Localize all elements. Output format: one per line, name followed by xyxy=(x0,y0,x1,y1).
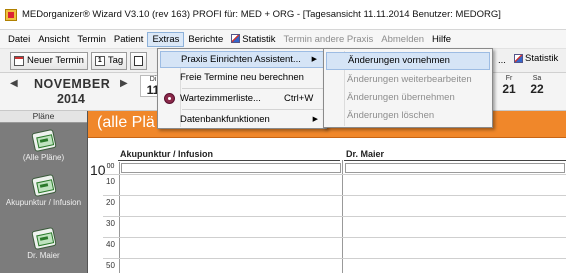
title-bar: MEDorganizer® Wizard V3.10 (rev 163) PRO… xyxy=(0,0,566,30)
plan-icon xyxy=(30,173,57,198)
day-number-icon: 1 xyxy=(94,55,105,66)
menu-datei[interactable]: Datei xyxy=(4,32,34,47)
menu-statistik[interactable]: Statistik xyxy=(227,32,279,47)
day-view-button[interactable]: 1 Tag xyxy=(90,51,128,70)
statistik-toolbar-icon xyxy=(514,54,523,63)
schedule-grid: Akupunktur / Infusion Dr. Maier 1000 10 … xyxy=(88,138,566,273)
slot-label: 20 xyxy=(106,198,115,207)
menu-item-freie-termine[interactable]: Freie Termine neu berechnen xyxy=(160,69,324,86)
plan-icon xyxy=(30,128,57,153)
statistik-toolbar-button[interactable]: Statistik xyxy=(514,53,558,64)
extras-menu: Praxis Einrichten Assistent... ▶ Freie T… xyxy=(157,48,327,129)
statistik-icon xyxy=(231,33,241,43)
plan-header-title: (alle Plä xyxy=(97,114,155,131)
menu-berichte[interactable]: Berichte xyxy=(184,32,227,47)
menu-item-label: Datenbankfunktionen xyxy=(180,114,270,125)
sidebar-item-akupunktur[interactable]: Akupunktur / Infusion xyxy=(0,173,87,207)
month-label: NOVEMBER xyxy=(34,77,111,91)
week-view-button[interactable] xyxy=(130,51,148,70)
sidebar-item-all-plans[interactable]: (Alle Pläne) xyxy=(0,128,87,162)
menu-separator xyxy=(182,109,324,110)
sidebar-item-label: Dr. Maier xyxy=(27,251,60,260)
submenu-item-aenderungen-vornehmen[interactable]: Änderungen vornehmen xyxy=(326,52,490,70)
grid-row-line xyxy=(103,216,566,217)
grid-row-line xyxy=(103,174,566,175)
sidebar-item-dr-maier[interactable]: Dr. Maier xyxy=(0,226,87,260)
new-appointment-label: Neuer Termin xyxy=(27,55,84,66)
slot-label: 30 xyxy=(106,219,115,228)
praxis-einrichten-submenu: Änderungen vornehmen Änderungen weiterbe… xyxy=(323,48,493,128)
day-number: 21 xyxy=(502,82,516,96)
grid-row-line xyxy=(103,195,566,196)
slot-label: 50 xyxy=(106,261,115,270)
toolbar-overflow[interactable]: ... xyxy=(498,55,506,66)
calendar-icon xyxy=(14,55,24,66)
app-icon xyxy=(5,8,17,21)
previous-month-button[interactable]: ◀ xyxy=(10,78,18,89)
menu-extras[interactable]: Extras xyxy=(147,31,185,47)
menu-hilfe[interactable]: Hilfe xyxy=(428,32,455,47)
week-icon xyxy=(134,55,144,66)
menu-item-label: Freie Termine neu berechnen xyxy=(180,72,304,83)
column-header-akupunktur: Akupunktur / Infusion xyxy=(120,149,213,159)
submenu-arrow-icon: ▶ xyxy=(312,116,318,123)
menu-separator xyxy=(182,88,324,89)
day-cell[interactable]: Sa 22 xyxy=(524,75,550,97)
statistik-toolbar-label: Statistik xyxy=(525,53,559,64)
day-number: 22 xyxy=(530,82,544,96)
menu-item-praxis-einrichten[interactable]: Praxis Einrichten Assistent... ▶ xyxy=(160,51,324,68)
day-view-label: Tag xyxy=(107,55,124,66)
menu-item-shortcut: Ctrl+W xyxy=(284,93,314,104)
slot-label: 40 xyxy=(106,240,115,249)
grid-row-line xyxy=(103,237,566,238)
menu-patient[interactable]: Patient xyxy=(110,32,148,47)
menu-bar: Datei Ansicht Termin Patient Extras Beri… xyxy=(0,30,566,48)
submenu-arrow-icon: ▶ xyxy=(311,56,317,63)
menu-item-wartezimmerliste[interactable]: Wartezimmerliste... Ctrl+W xyxy=(160,90,324,107)
column-underline xyxy=(118,160,340,161)
new-appointment-button[interactable]: Neuer Termin xyxy=(10,51,88,70)
year-label: 2014 xyxy=(57,92,85,106)
next-month-button[interactable]: ▶ xyxy=(120,78,128,89)
grid-row-line xyxy=(103,258,566,259)
plans-sidebar: Pläne (Alle Pläne) Akupunktur / Infusion… xyxy=(0,111,88,273)
menu-statistik-label: Statistik xyxy=(242,33,276,45)
time-slot[interactable] xyxy=(345,163,565,173)
menu-item-label: Praxis Einrichten Assistent... xyxy=(181,54,301,65)
menu-ansicht[interactable]: Ansicht xyxy=(34,32,73,47)
column-underline xyxy=(344,160,566,161)
day-cell[interactable]: Fr 21 xyxy=(496,75,522,97)
menu-termin-andere-praxis[interactable]: Termin andere Praxis xyxy=(280,32,378,47)
sidebar-header: Pläne xyxy=(0,111,87,123)
time-slot[interactable] xyxy=(121,163,341,173)
submenu-item-aenderungen-weiterbearbeiten[interactable]: Änderungen weiterbearbeiten xyxy=(326,71,490,89)
plan-icon xyxy=(30,226,57,251)
menu-item-label: Wartezimmerliste... xyxy=(180,93,261,104)
sidebar-item-label: Akupunktur / Infusion xyxy=(5,198,82,207)
column-header-dr-maier: Dr. Maier xyxy=(346,149,385,159)
menu-item-datenbankfunktionen[interactable]: Datenbankfunktionen ▶ xyxy=(160,111,324,128)
window-title: MEDorganizer® Wizard V3.10 (rev 163) PRO… xyxy=(22,9,501,20)
menu-termin[interactable]: Termin xyxy=(73,32,110,47)
slot-label: 10 xyxy=(106,177,115,186)
waiting-room-icon xyxy=(164,93,175,104)
sidebar-item-label: (Alle Pläne) xyxy=(22,153,65,162)
submenu-item-aenderungen-uebernehmen[interactable]: Änderungen übernehmen xyxy=(326,89,490,107)
submenu-item-aenderungen-loeschen[interactable]: Änderungen löschen xyxy=(326,107,490,125)
menu-abmelden[interactable]: Abmelden xyxy=(377,32,428,47)
